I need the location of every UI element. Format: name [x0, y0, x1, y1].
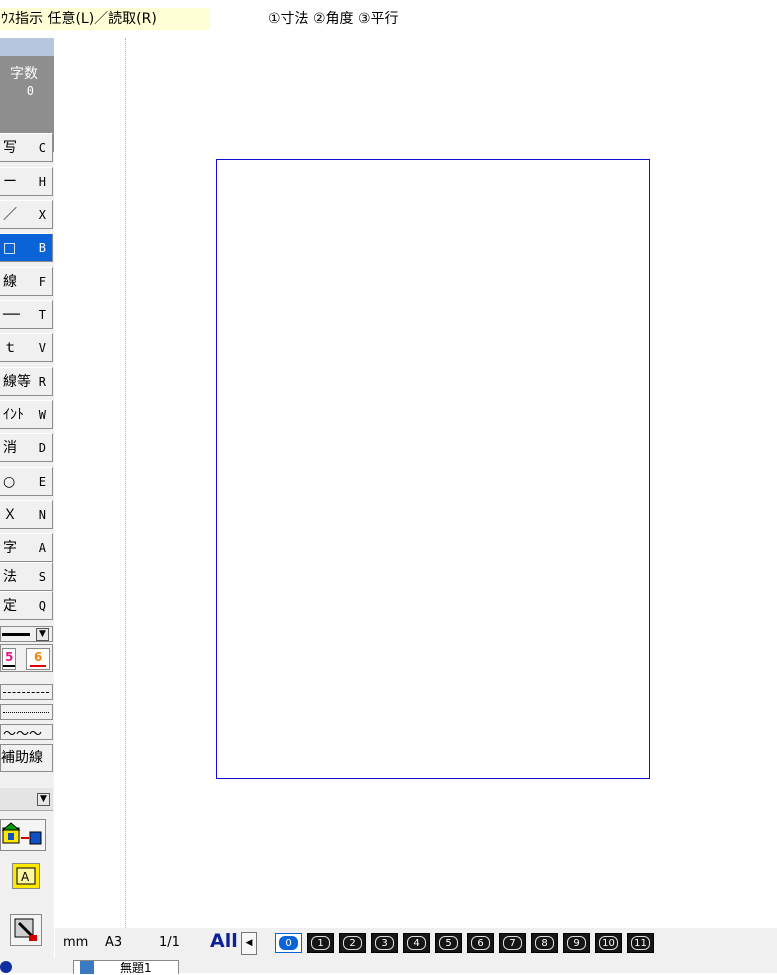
tool-measure[interactable]: 定Q: [0, 591, 53, 620]
tool-rectangle[interactable]: □ B: [0, 233, 53, 262]
letter-a-icon: A: [16, 867, 36, 885]
character-count-value: 0: [26, 84, 34, 98]
character-count-label: 字数: [10, 66, 38, 82]
operation-hint: ①寸法 ②角度 ③平行: [268, 11, 399, 27]
tool-v[interactable]: ｔV: [0, 333, 53, 362]
layer-button-4[interactable]: 4: [403, 933, 430, 953]
tool-horizontal[interactable]: ーH: [0, 167, 53, 196]
tool-n[interactable]: ＸN: [0, 500, 53, 529]
tool-dimension[interactable]: 法S: [0, 562, 53, 591]
tool-point[interactable]: ｲﾝﾄ W: [0, 400, 53, 429]
home-transfer-button[interactable]: [0, 819, 46, 851]
color-selector[interactable]: 5 6: [0, 644, 53, 672]
lower-panel-header: ▼: [0, 788, 53, 811]
tool-text[interactable]: 字A: [0, 533, 53, 562]
chevron-down-icon[interactable]: ▼: [37, 793, 50, 806]
message-bar: ｳｽ指示 任意(L)／読取(R) ①寸法 ②角度 ③平行: [0, 0, 777, 30]
layer-button-9[interactable]: 9: [563, 933, 590, 953]
wave-icon: 〜〜〜: [3, 727, 43, 742]
tool-slash[interactable]: ／ X: [0, 200, 53, 229]
layer-button-11[interactable]: 11: [627, 933, 654, 953]
tools-settings-button[interactable]: [10, 914, 42, 946]
layer-scroll-left-button[interactable]: ◀: [241, 932, 257, 955]
layer-button-0[interactable]: 0: [275, 933, 302, 953]
tool-erase[interactable]: 消D: [0, 433, 53, 462]
document-tab[interactable]: 無題1: [73, 960, 179, 975]
line-width-sample: [2, 633, 30, 636]
line-type-wave[interactable]: 〜〜〜: [0, 724, 53, 742]
tool-t[interactable]: ── T: [0, 300, 53, 329]
layer-button-7[interactable]: 7: [499, 933, 526, 953]
text-a-button[interactable]: A: [12, 863, 40, 889]
status-bar: mm A3 1/1 All ◀ 0 1 2 3 4 5 6 7 8 9 10 1…: [55, 928, 777, 958]
tool-palette: 字数 0 写C ーH ／ X □ B 線F ── T ｔV 線等 R ｲﾝﾄ W 消D ○…: [0, 38, 54, 973]
line-type-dash-dot[interactable]: [0, 704, 53, 720]
layer-button-6[interactable]: 6: [467, 933, 494, 953]
document-tab-strip: 無題1: [0, 958, 777, 975]
layer-button-8[interactable]: 8: [531, 933, 558, 953]
paper-size-label[interactable]: A3: [105, 935, 122, 950]
tool-line-equal[interactable]: 線等 R: [0, 367, 53, 396]
line-type-dashed[interactable]: [0, 684, 53, 700]
color-6-swatch[interactable]: 6: [26, 648, 50, 670]
svg-text:A: A: [21, 870, 30, 884]
guide-line: [125, 38, 126, 928]
tool-circle[interactable]: ○ E: [0, 467, 53, 496]
unit-label: mm: [63, 935, 89, 950]
layer-button-10[interactable]: 10: [595, 933, 622, 953]
line-width-selector[interactable]: ▼: [0, 626, 53, 642]
document-icon: [80, 961, 94, 974]
auxiliary-line-button[interactable]: 補助線: [0, 744, 53, 772]
layer-button-3[interactable]: 3: [371, 933, 398, 953]
layer-button-2[interactable]: 2: [339, 933, 366, 953]
chevron-down-icon[interactable]: ▼: [36, 628, 49, 641]
color-5-swatch[interactable]: 5: [2, 648, 16, 670]
wrench-icon: [14, 918, 37, 941]
globe-icon: [0, 961, 12, 973]
paper-frame: [216, 159, 650, 779]
mouse-hint: ｳｽ指示 任意(L)／読取(R): [0, 8, 210, 30]
tool-line-f[interactable]: 線F: [0, 267, 53, 296]
home-export-icon: [1, 822, 42, 845]
tool-copy[interactable]: 写C: [0, 133, 53, 162]
layer-button-5[interactable]: 5: [435, 933, 462, 953]
palette-header: [0, 38, 54, 56]
all-layers-button[interactable]: All: [210, 930, 238, 952]
scale-label[interactable]: 1/1: [159, 935, 180, 950]
layer-button-1[interactable]: 1: [307, 933, 334, 953]
